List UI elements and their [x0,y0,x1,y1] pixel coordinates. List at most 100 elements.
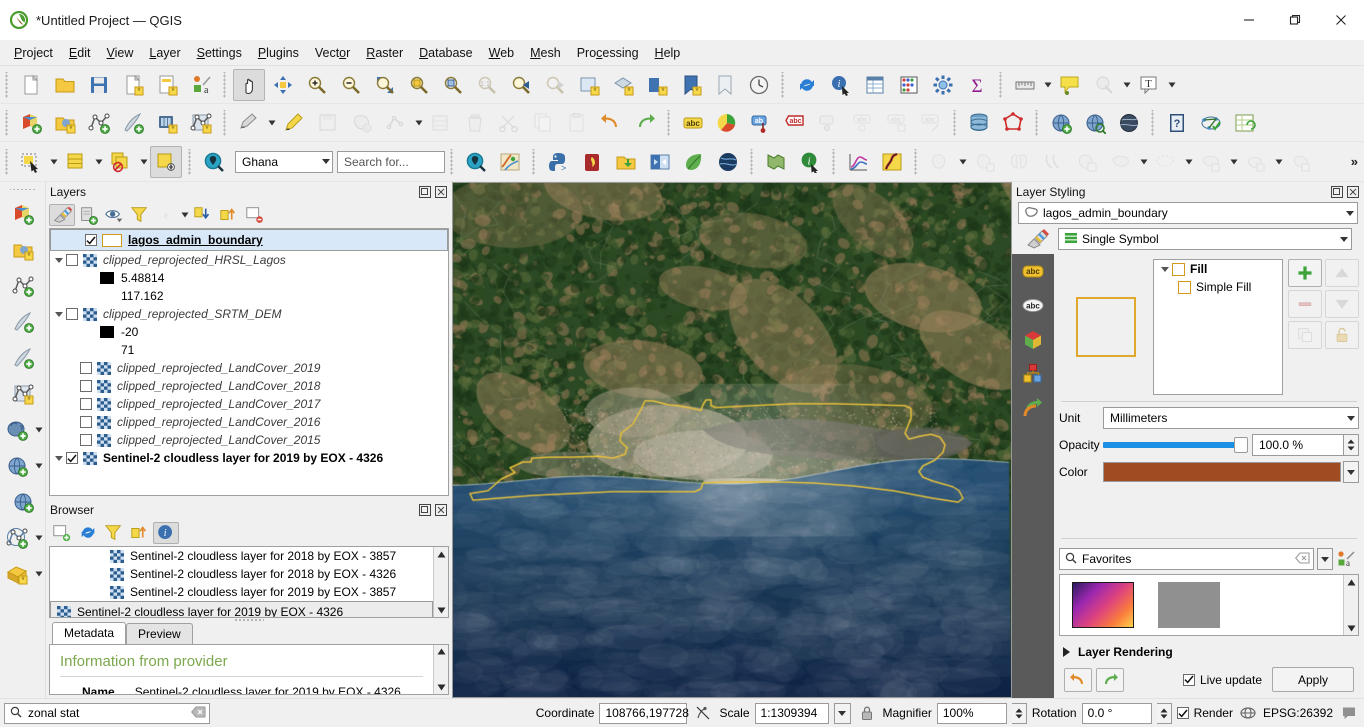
options-icon[interactable] [927,69,959,101]
apply-button[interactable]: Apply [1272,667,1354,692]
browser-tab-preview[interactable]: Preview [126,622,193,644]
toolbar-grip[interactable] [912,148,920,175]
toolbar-grip[interactable] [665,109,673,136]
history-tab-icon[interactable] [1019,396,1047,420]
float-panel-icon[interactable] [418,186,431,199]
new-map-view-icon[interactable]: * [573,69,605,101]
3d-view-tab-icon[interactable] [1019,328,1047,352]
lock-scale-icon[interactable] [856,705,878,721]
profile-tool-icon[interactable] [842,146,874,178]
processing-table-icon[interactable] [1229,107,1261,139]
chevron-down-icon[interactable] [266,108,277,138]
add-xyz-layer-icon[interactable]: * [1,558,33,590]
chevron-down-icon[interactable] [957,147,968,177]
color-dropdown-button[interactable] [1343,461,1359,483]
menu-processing[interactable]: Processing [569,43,647,63]
place-search-country-combo[interactable]: Ghana [235,150,333,173]
save-project-icon[interactable] [83,69,115,101]
split-view-icon[interactable] [644,146,676,178]
layer-visibility-checkbox[interactable] [66,254,78,266]
expand-toggle-icon[interactable] [1158,266,1172,272]
layer-visibility-checkbox[interactable] [80,416,92,428]
add-postgis-layer-icon[interactable] [1,414,33,446]
opacity-stepper[interactable] [1344,434,1359,456]
zoom-in-icon[interactable] [301,69,333,101]
temporal-controller-icon[interactable] [743,69,775,101]
masks-tab-icon[interactable]: abc [1019,294,1047,318]
remove-layer-icon[interactable] [242,204,268,226]
add-virtual-layer-icon[interactable]: * [185,107,217,139]
chevron-down-icon[interactable] [1166,70,1177,100]
layer-tree-row[interactable]: Sentinel-2 cloudless layer for 2019 by E… [50,449,448,467]
chevron-down-icon[interactable] [1347,415,1355,421]
scroll-down-icon[interactable] [434,680,448,694]
toggle-editing-icon[interactable] [278,107,310,139]
chevron-down-icon[interactable] [33,559,44,589]
layer-tree-row[interactable]: clipped_reprojected_LandCover_2019 [50,359,448,377]
chevron-down-icon[interactable] [138,147,149,177]
layer-tree-row[interactable]: clipped_reprojected_LandCover_2016 [50,413,448,431]
opacity-slider[interactable] [1103,434,1248,456]
ramp-magma[interactable] [1072,582,1134,628]
map-canvas-container[interactable] [452,182,1012,698]
browser-list-item[interactable]: Sentinel-2 cloudless layer for 2019 by E… [50,601,433,617]
scroll-up-icon[interactable] [1344,575,1358,589]
layer-visibility-checkbox[interactable] [80,362,92,374]
rotation-field[interactable]: 0.0 ° [1081,702,1152,724]
refresh-icon[interactable] [791,69,823,101]
messages-log-icon[interactable] [1338,706,1360,721]
help-contents-icon[interactable]: ? [1161,107,1193,139]
clear-search-icon[interactable] [1294,551,1310,567]
opacity-value-field[interactable]: 100.0 % [1252,434,1344,456]
place-search-input[interactable]: Search for... [337,150,445,173]
add-symbol-layer-icon[interactable] [1288,259,1322,287]
toolbar-grip[interactable] [3,71,11,98]
filter-browser-icon[interactable] [101,522,127,544]
rotation-stepper[interactable] [1156,702,1172,724]
search-location-icon[interactable] [198,146,230,178]
menu-web[interactable]: Web [481,43,522,63]
toggle-extents-icon[interactable] [692,705,714,721]
expand-all-icon[interactable] [190,204,216,226]
collapse-all-browser-icon[interactable] [127,522,153,544]
menu-project[interactable]: Project [6,43,61,63]
live-update-checkbox[interactable] [1182,673,1195,686]
show-bookmarks-icon[interactable]: * [675,69,707,101]
close-panel-icon[interactable] [1346,186,1359,199]
chevron-down-icon[interactable] [48,147,59,177]
metadata-scrollbar[interactable] [433,644,448,694]
render-checkbox[interactable] [1176,707,1189,719]
toolbar-grip[interactable] [186,148,194,175]
style-manager-icon[interactable]: a [1333,550,1359,568]
add-wfs-layer-icon[interactable] [7,486,39,518]
collapse-all-icon[interactable] [216,204,242,226]
close-panel-icon[interactable] [434,186,447,199]
scrollbar-thumb[interactable] [435,561,447,603]
scroll-down-icon[interactable] [1344,621,1358,635]
highlight-pinned-labels-icon[interactable]: ab [745,107,777,139]
unit-combo[interactable]: Millimeters [1103,407,1359,429]
menu-help[interactable]: Help [647,43,689,63]
sum-icon[interactable]: Σ [961,69,993,101]
expand-toggle-icon[interactable] [52,311,66,317]
live-update-row[interactable]: Live update [1182,673,1262,687]
close-button[interactable] [1318,0,1364,40]
favorites-dropdown-button[interactable] [1317,548,1333,570]
minimize-button[interactable] [1226,0,1272,40]
refresh-map-icon[interactable]: * [641,69,673,101]
toolbar-grip[interactable] [530,148,538,175]
undo-icon[interactable] [1064,667,1092,692]
zoom-to-layer-icon[interactable] [437,69,469,101]
scale-dropdown-button[interactable] [833,702,851,724]
labels-tab-icon[interactable]: abc [1019,260,1047,284]
open-project-icon[interactable] [49,69,81,101]
layer-tree-row[interactable]: clipped_reprojected_LandCover_2015 [50,431,448,449]
add-wms-layer-icon[interactable] [1,450,33,482]
filter-legend-icon[interactable] [127,204,153,226]
browser-list-item[interactable]: Sentinel-2 cloudless layer for 2018 by E… [50,565,433,583]
symbol-layer-list[interactable]: Fill Simple Fill [1153,259,1283,395]
chevron-down-icon[interactable] [1228,147,1239,177]
layer-tree-row[interactable]: 5.48814 [50,269,448,287]
new-project-icon[interactable] [15,69,47,101]
new-bookmark-icon[interactable] [709,69,741,101]
